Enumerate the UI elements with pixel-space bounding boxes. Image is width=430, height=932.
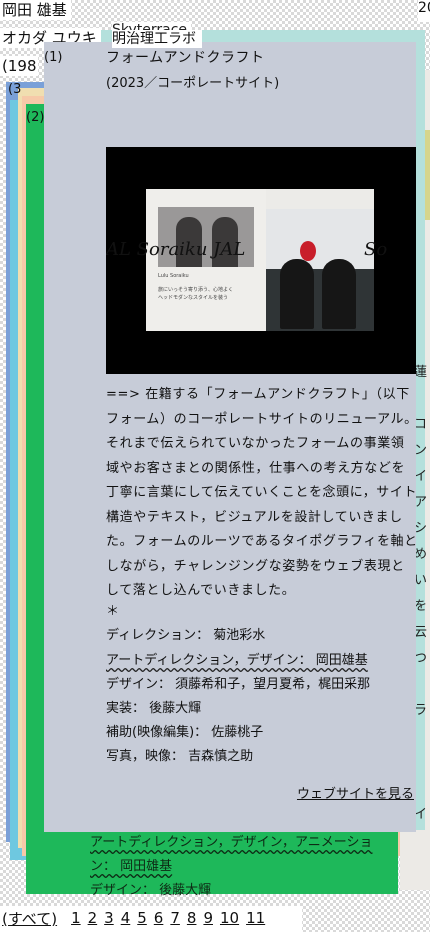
card-number-2: (2) bbox=[26, 110, 45, 125]
right-fragment-char: イ bbox=[414, 807, 428, 822]
right-fragment-char: 云 bbox=[414, 625, 428, 640]
pager-page-7[interactable]: 7 bbox=[170, 909, 180, 927]
project-hero-image: Lulu Soraiku 旅にいっそう寄り添う、心地よく ヘッドモダンなスタイル… bbox=[106, 147, 416, 374]
screenshot-caption-1: Lulu Soraiku bbox=[158, 273, 189, 279]
screenshot-caption-3: ヘッドモダンなスタイルを装う bbox=[158, 295, 229, 301]
pagination: (すべて) 1 2 3 4 5 6 7 8 9 10 11 bbox=[0, 906, 430, 930]
project-description: ==> 在籍する「フォームアンドクラフト」（以下フォーム）のコーポレートサイトの… bbox=[106, 387, 418, 598]
project-number: (1) bbox=[44, 50, 63, 65]
pager-all-link[interactable]: (すべて) bbox=[0, 908, 57, 929]
website-screenshot: Lulu Soraiku 旅にいっそう寄り添う、心地よく ヘッドモダンなスタイル… bbox=[146, 189, 374, 331]
credits-separator: ＊ bbox=[106, 604, 120, 619]
screenshot-caption-2: 旅にいっそう寄り添う、心地よく bbox=[158, 287, 234, 293]
pager-page-11[interactable]: 11 bbox=[246, 909, 265, 927]
credit-direction: ディレクション： 菊池彩水 bbox=[106, 628, 266, 643]
green-card-credit-line-1: アートディレクション，デザイン，アニメーショ bbox=[90, 835, 373, 850]
author-birth-year: (198 bbox=[0, 56, 39, 76]
view-website-link[interactable]: ウェブサイトを見る bbox=[297, 786, 414, 804]
airport-sky bbox=[266, 209, 374, 269]
right-fragment-char bbox=[414, 750, 430, 776]
project-subtitle: (2023／コーポレートサイト) bbox=[106, 76, 280, 91]
author-name: 岡田 雄基 bbox=[0, 0, 71, 20]
right-fragment-char bbox=[414, 672, 430, 698]
card-number-3: (3 bbox=[8, 82, 22, 97]
credit-assist: 補助(映像編集)： 佐藤桃子 bbox=[106, 725, 264, 740]
hero-wordmark-left: AL Soraiku JAL bbox=[106, 239, 246, 260]
pager-page-4[interactable]: 4 bbox=[121, 909, 131, 927]
right-fragment-char bbox=[414, 776, 430, 802]
right-fragment-char: つ bbox=[414, 651, 428, 666]
right-fragment-char: ラ bbox=[414, 703, 428, 718]
traveler-figure bbox=[280, 259, 314, 329]
credit-photo: 写真，映像： 吉森慎之助 bbox=[106, 749, 254, 764]
credit-design: デザイン： 須藤希和子，望月夏希，梶田采那 bbox=[106, 677, 371, 692]
pager-page-6[interactable]: 6 bbox=[154, 909, 164, 927]
pager-page-9[interactable]: 9 bbox=[203, 909, 213, 927]
overlay-tag-label: 明治理工ラボ bbox=[112, 30, 202, 48]
right-edge-year: 20 bbox=[418, 0, 430, 22]
credit-implementation: 実装： 後藤大輝 bbox=[106, 701, 202, 716]
credit-art-direction[interactable]: アートディレクション，デザイン： 岡田雄基 bbox=[106, 651, 368, 671]
pager-page-2[interactable]: 2 bbox=[88, 909, 98, 927]
green-card-credit-line-3: デザイン： 後藤大輝 bbox=[90, 883, 212, 898]
screenshot-left-panel: Lulu Soraiku 旅にいっそう寄り添う、心地よく ヘッドモダンなスタイル… bbox=[146, 189, 266, 331]
pager-page-1[interactable]: 1 bbox=[71, 909, 81, 927]
pager-page-5[interactable]: 5 bbox=[137, 909, 147, 927]
pager-page-10[interactable]: 10 bbox=[220, 909, 239, 927]
traveler-figure bbox=[322, 259, 356, 329]
airport-photo bbox=[266, 209, 374, 331]
right-fragment-char bbox=[414, 724, 430, 750]
pager-page-8[interactable]: 8 bbox=[187, 909, 197, 927]
green-card-credit-line-2: ン： 岡田雄基 bbox=[90, 859, 173, 874]
airline-logo-icon bbox=[300, 241, 316, 261]
project-title: フォームアンドクラフト bbox=[106, 50, 265, 66]
hero-wordmark-right: So bbox=[364, 239, 388, 260]
pager-page-3[interactable]: 3 bbox=[104, 909, 114, 927]
